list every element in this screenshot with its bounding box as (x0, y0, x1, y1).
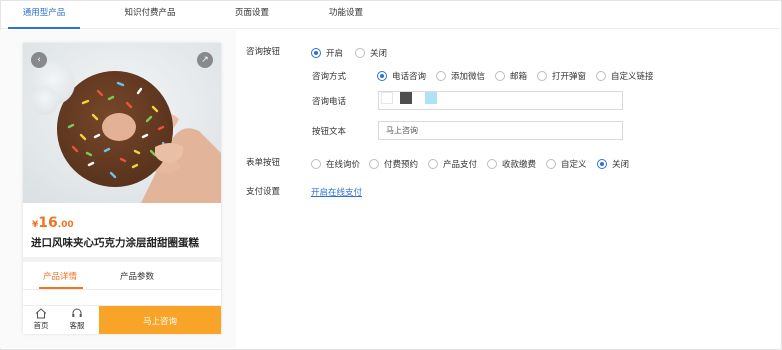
form-inquiry-radio[interactable]: 在线询价 (311, 158, 360, 170)
price-integer: 16 (38, 215, 58, 231)
service-label: 客服 (69, 321, 85, 330)
tab-general-product[interactable]: 通用型产品 (8, 0, 80, 29)
consult-phone-input[interactable] (378, 91, 623, 110)
tab-knowledge-product[interactable]: 知识付费产品 (112, 0, 188, 29)
radio-dot (377, 71, 387, 81)
tab-page-settings[interactable]: 页面设置 (222, 0, 282, 29)
radio-dot (597, 159, 607, 169)
radio-dot (369, 159, 379, 169)
form-close-radio[interactable]: 关闭 (597, 158, 629, 170)
button-text-input[interactable]: 马上咨询 (378, 121, 623, 140)
consult-button-off-radio[interactable]: 关闭 (355, 47, 387, 59)
method-wechat-radio[interactable]: 添加微信 (436, 70, 485, 82)
service-button[interactable]: 客服 (64, 308, 90, 331)
radio-label: 关闭 (370, 49, 388, 59)
price-decimal: .00 (57, 220, 74, 230)
headset-icon (64, 308, 90, 320)
method-custom-link-radio[interactable]: 自定义链接 (596, 70, 654, 82)
radio-label: 关闭 (612, 160, 630, 170)
home-icon (28, 308, 54, 320)
form-product-pay-radio[interactable]: 产品支付 (428, 158, 477, 170)
product-title: 进口风味夹心巧克力涂层甜甜圈蛋糕 (31, 237, 199, 249)
consult-phone-label: 咨询电话 (312, 97, 347, 107)
color-swatch-light-blue[interactable] (425, 92, 437, 104)
consult-button-on-radio[interactable]: 开启 (311, 47, 343, 59)
divider (23, 257, 221, 262)
radio-label: 自定义 (561, 160, 587, 170)
color-swatch-dark[interactable] (400, 92, 412, 104)
button-text-label: 按钮文本 (312, 127, 347, 137)
method-phone-radio[interactable]: 电话咨询 (377, 70, 426, 82)
method-popup-radio[interactable]: 打开弹窗 (537, 70, 586, 82)
tab-product-params[interactable]: 产品参数 (120, 270, 154, 282)
radio-label: 开启 (326, 49, 344, 59)
share-icon[interactable]: ↗ (197, 52, 213, 68)
tab-function-settings[interactable]: 功能设置 (316, 0, 376, 29)
payment-settings-label: 支付设置 (246, 187, 281, 197)
radio-label: 在线询价 (326, 160, 361, 170)
color-swatch-white[interactable] (381, 92, 393, 104)
radio-label: 产品支付 (443, 160, 478, 170)
consult-method-label: 咨询方式 (312, 72, 347, 82)
radio-dot (355, 48, 365, 58)
home-label: 首页 (33, 321, 49, 330)
radio-label: 收款缴费 (502, 160, 537, 170)
bottom-action-bar: 首页 客服 马上咨询 (23, 305, 221, 334)
product-image: ‹ ↗ (23, 43, 221, 203)
product-price: ¥16.00 (32, 215, 74, 231)
radio-dot (495, 71, 505, 81)
radio-dot (537, 71, 547, 81)
radio-dot (487, 159, 497, 169)
consult-now-button[interactable]: 马上咨询 (99, 306, 221, 334)
radio-label: 邮箱 (510, 72, 528, 82)
form-custom-radio[interactable]: 自定义 (546, 158, 587, 170)
radio-dot (311, 159, 321, 169)
radio-label: 添加微信 (451, 72, 486, 82)
radio-dot (428, 159, 438, 169)
radio-label: 付费预约 (384, 160, 419, 170)
top-tab-bar: 通用型产品 知识付费产品 页面设置 功能设置 (0, 0, 780, 29)
divider (23, 289, 221, 290)
back-icon[interactable]: ‹ (31, 52, 47, 68)
form-paid-booking-radio[interactable]: 付费预约 (369, 158, 418, 170)
radio-dot (436, 71, 446, 81)
radio-dot (596, 71, 606, 81)
tab-product-details[interactable]: 产品详情 (43, 270, 77, 282)
form-button-label: 表单按钮 (246, 158, 281, 168)
radio-dot (311, 48, 321, 58)
enable-online-payment-link[interactable]: 开启在线支付 (311, 186, 362, 198)
consult-button-label: 咨询按钮 (246, 47, 281, 57)
home-button[interactable]: 首页 (28, 308, 54, 331)
radio-dot (546, 159, 556, 169)
radio-label: 电话咨询 (392, 72, 427, 82)
radio-label: 自定义链接 (611, 72, 654, 82)
method-email-radio[interactable]: 邮箱 (495, 70, 527, 82)
radio-label: 打开弹窗 (552, 72, 587, 82)
form-collect-fee-radio[interactable]: 收款缴费 (487, 158, 536, 170)
mobile-preview: ‹ ↗ ¥16.00 进口风味夹心巧克力涂层甜甜圈蛋糕 产品详情 产品参数 首页… (23, 43, 221, 334)
